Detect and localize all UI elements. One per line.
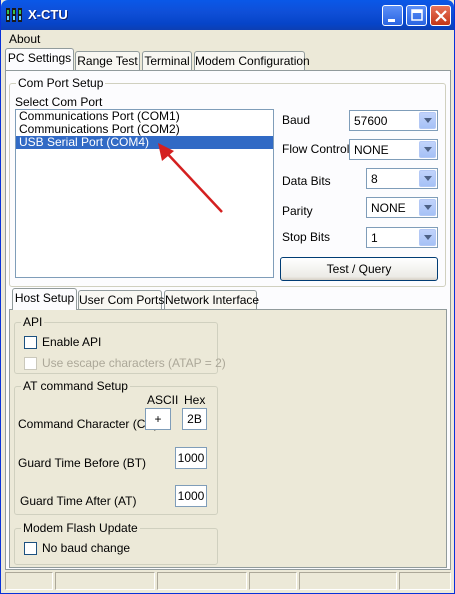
enable-api-label: Enable API bbox=[42, 335, 102, 349]
stop-bits-dropdown-button[interactable] bbox=[419, 229, 436, 246]
guard-time-before-label: Guard Time Before (BT) bbox=[18, 456, 147, 470]
modem-flash-update-group: Modem Flash Update No baud change bbox=[14, 521, 218, 565]
escape-characters-label: Use escape characters (ATAP = 2) bbox=[42, 356, 226, 370]
annotation-arrow-icon bbox=[158, 143, 223, 213]
command-character-hex-input[interactable]: 2B bbox=[182, 408, 207, 430]
parity-label: Parity bbox=[282, 204, 313, 218]
tab-user-com-ports[interactable]: User Com Ports bbox=[78, 290, 164, 310]
no-baud-change-label: No baud change bbox=[42, 541, 131, 555]
host-setup-panel: API Enable API Use escape characters (AT… bbox=[9, 309, 447, 568]
status-pane bbox=[299, 572, 397, 590]
data-bits-dropdown-button[interactable] bbox=[419, 170, 436, 187]
status-pane bbox=[399, 572, 451, 590]
data-bits-select[interactable]: 8 bbox=[366, 168, 438, 189]
menu-about[interactable]: About bbox=[9, 32, 40, 46]
close-icon bbox=[435, 10, 447, 22]
hex-header: Hex bbox=[184, 393, 206, 407]
tab-pc-settings[interactable]: PC Settings bbox=[5, 48, 74, 70]
com-port-list[interactable]: Communications Port (COM1) Communication… bbox=[15, 109, 274, 278]
maximize-icon bbox=[411, 9, 423, 21]
com-port-setup-group: Com Port Setup Select Com Port Communica… bbox=[9, 76, 446, 287]
flow-control-label: Flow Control bbox=[282, 142, 350, 156]
data-bits-value: 8 bbox=[371, 172, 378, 186]
baud-label: Baud bbox=[282, 113, 311, 127]
xctu-window: X-CTU About PC Settings Range Test Termi… bbox=[0, 0, 455, 594]
pc-settings-panel: Com Port Setup Select Com Port Communica… bbox=[5, 70, 451, 570]
modem-flash-update-title: Modem Flash Update bbox=[21, 521, 140, 535]
chevron-down-icon bbox=[424, 147, 432, 152]
parity-value: NONE bbox=[371, 201, 406, 215]
flow-control-dropdown-button[interactable] bbox=[419, 141, 436, 158]
escape-characters-checkbox[interactable] bbox=[24, 357, 37, 370]
guard-time-after-input[interactable]: 1000 bbox=[175, 485, 207, 507]
status-pane bbox=[5, 572, 53, 590]
stop-bits-value: 1 bbox=[371, 231, 378, 245]
guard-time-before-input[interactable]: 1000 bbox=[175, 447, 207, 469]
guard-time-after-label: Guard Time After (AT) bbox=[20, 494, 137, 508]
command-character-ascii-input[interactable]: + bbox=[145, 408, 171, 430]
maximize-button[interactable] bbox=[406, 5, 427, 26]
parity-dropdown-button[interactable] bbox=[419, 199, 436, 216]
status-pane bbox=[157, 572, 247, 590]
stop-bits-select[interactable]: 1 bbox=[366, 227, 438, 248]
test-query-button[interactable]: Test / Query bbox=[280, 257, 438, 281]
tab-host-setup[interactable]: Host Setup bbox=[12, 288, 77, 310]
tab-terminal[interactable]: Terminal bbox=[142, 51, 192, 71]
title-bar[interactable]: X-CTU bbox=[1, 0, 454, 30]
ascii-header: ASCII bbox=[147, 393, 179, 407]
no-baud-change-checkbox[interactable] bbox=[24, 542, 37, 555]
menu-bar: About bbox=[1, 30, 454, 48]
stop-bits-label: Stop Bits bbox=[282, 230, 331, 244]
baud-select[interactable]: 57600 bbox=[349, 110, 438, 131]
status-pane bbox=[249, 572, 297, 590]
baud-value: 57600 bbox=[354, 114, 388, 128]
data-bits-label: Data Bits bbox=[282, 174, 331, 188]
enable-api-checkbox[interactable] bbox=[24, 336, 37, 349]
chevron-down-icon bbox=[424, 205, 432, 210]
at-command-setup-title: AT command Setup bbox=[21, 379, 130, 393]
flow-control-value: NONE bbox=[354, 143, 389, 157]
chevron-down-icon bbox=[424, 118, 432, 123]
command-character-label: Command Character (CC) bbox=[18, 417, 159, 431]
parity-select[interactable]: NONE bbox=[366, 197, 438, 218]
api-group: API Enable API Use escape characters (AT… bbox=[14, 315, 226, 374]
window-title: X-CTU bbox=[28, 7, 68, 22]
com-port-item-com4[interactable]: USB Serial Port (COM4) bbox=[16, 136, 273, 149]
minimize-button[interactable] bbox=[382, 5, 403, 26]
baud-dropdown-button[interactable] bbox=[419, 112, 436, 129]
chevron-down-icon bbox=[424, 235, 432, 240]
xctu-app-icon bbox=[6, 8, 22, 22]
minimize-icon bbox=[388, 19, 395, 22]
status-bar bbox=[5, 572, 451, 590]
chevron-down-icon bbox=[424, 176, 432, 181]
select-com-port-label: Select Com Port bbox=[15, 95, 103, 109]
tab-network-interface[interactable]: Network Interface bbox=[164, 290, 259, 310]
close-button[interactable] bbox=[430, 5, 451, 26]
tab-modem-configuration[interactable]: Modem Configuration bbox=[194, 51, 310, 71]
api-title: API bbox=[21, 315, 45, 329]
at-command-setup-group: AT command Setup ASCII Hex Command Chara… bbox=[14, 379, 218, 515]
tab-range-test[interactable]: Range Test bbox=[75, 51, 140, 71]
flow-control-select[interactable]: NONE bbox=[349, 139, 438, 160]
com-port-setup-title: Com Port Setup bbox=[16, 76, 106, 90]
status-pane bbox=[55, 572, 155, 590]
